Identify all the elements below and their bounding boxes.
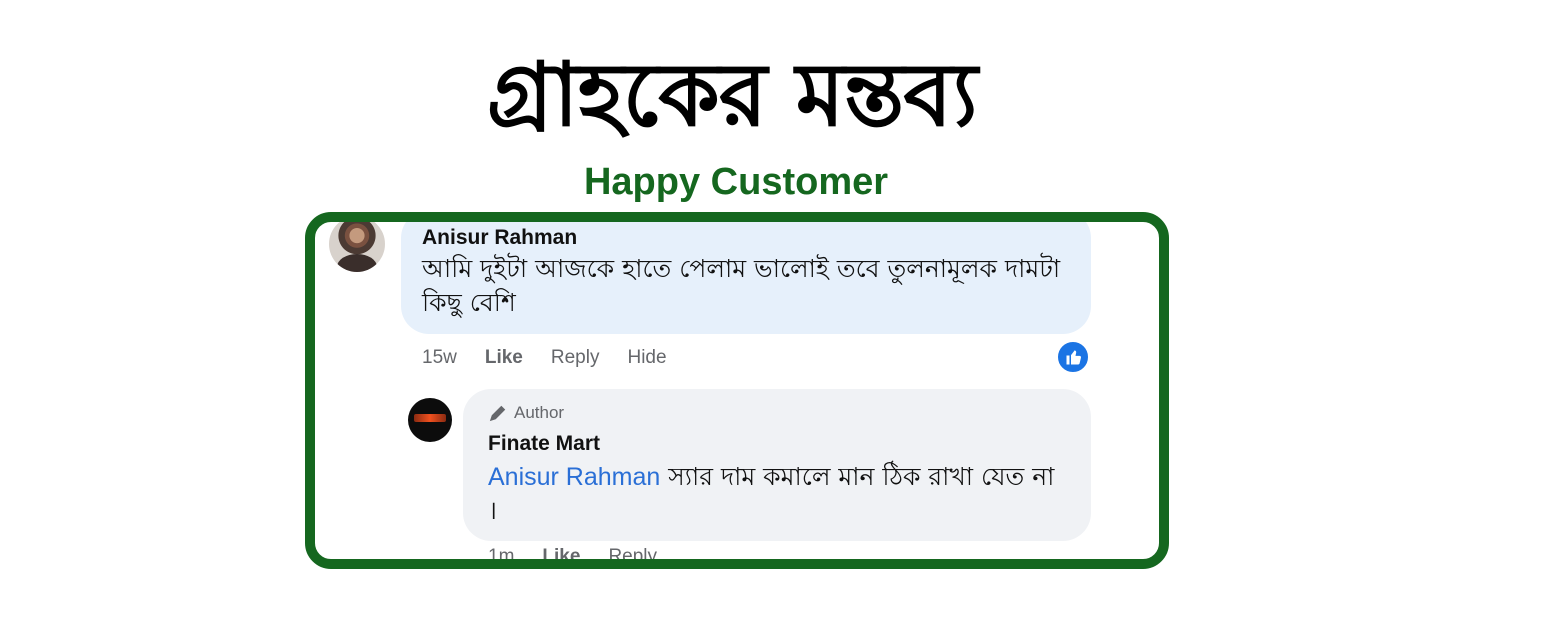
- thumbs-up-glyph: [1066, 350, 1082, 365]
- comment-author-name[interactable]: Anisur Rahman: [422, 226, 577, 250]
- reply-actions: 1m Like Reply: [488, 545, 657, 559]
- comment-like-button[interactable]: Like: [485, 346, 523, 370]
- reply-author-name[interactable]: Finate Mart: [488, 432, 600, 456]
- page-title: গ্রাহকের মন্তব্য: [487, 43, 978, 146]
- reply-mention-link[interactable]: Anisur Rahman: [488, 463, 660, 491]
- finate-mart-logo: [414, 414, 446, 422]
- thumbs-up-icon[interactable]: [1056, 340, 1090, 374]
- comment-hide-button[interactable]: Hide: [627, 346, 666, 370]
- comment-reply-button[interactable]: Reply: [551, 346, 600, 370]
- author-badge-label: Author: [514, 403, 565, 422]
- reply-timestamp[interactable]: 1m: [488, 545, 514, 559]
- page: গ্রাহকের মন্তব্য Happy Customer Anisur R…: [0, 0, 1556, 618]
- reply-text: Anisur Rahman স্যার দাম কমালে মান ঠিক রা…: [488, 460, 1068, 528]
- page-subtitle: Happy Customer: [583, 161, 889, 203]
- author-badge: Author: [488, 402, 564, 424]
- comment-actions: 15w Like Reply Hide: [422, 346, 667, 370]
- reply-like-button[interactable]: Like: [542, 545, 580, 559]
- pen-icon: [489, 405, 506, 422]
- reply-reply-button[interactable]: Reply: [608, 545, 657, 559]
- page-avatar[interactable]: [408, 398, 452, 442]
- avatar-shirt: [337, 254, 377, 272]
- comment-timestamp[interactable]: 15w: [422, 346, 457, 370]
- comment-text: আমি দুইটা আজকে হাতে পেলাম ভালোই তবে তুলন…: [422, 254, 1061, 317]
- commenter-avatar[interactable]: [329, 222, 385, 272]
- comment-screenshot-frame: Anisur Rahman আমি দুইটা আজকে হাতে পেলাম …: [305, 212, 1169, 569]
